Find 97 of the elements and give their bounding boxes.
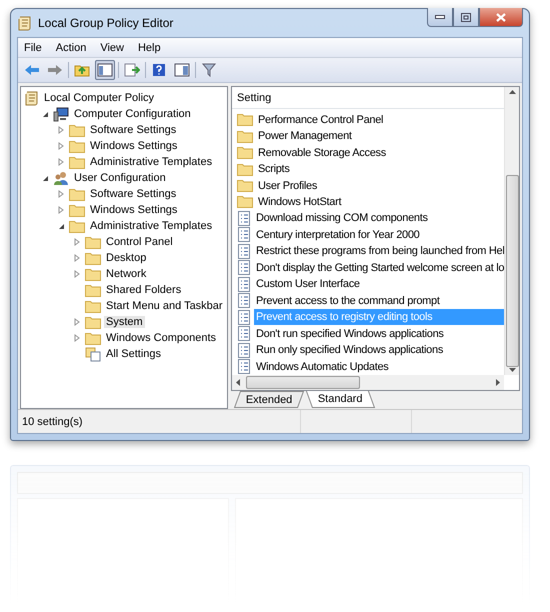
folder-icon: [69, 124, 85, 136]
scroll-thumb[interactable]: [506, 175, 518, 367]
tree-item[interactable]: Control Panel: [104, 236, 175, 248]
toolbar-button[interactable]: [95, 60, 115, 80]
list-item[interactable]: Removable Storage Access: [256, 144, 388, 161]
menu-item[interactable]: Action: [56, 42, 86, 54]
folder-icon: [69, 156, 85, 168]
list-item[interactable]: Download missing COM components: [254, 210, 430, 226]
list-item[interactable]: Run only specified Windows applications: [254, 342, 446, 358]
folder-icon: [69, 140, 85, 152]
folder-icon: [85, 332, 101, 344]
setting-icon: [237, 244, 251, 259]
menu-item[interactable]: View: [100, 42, 124, 54]
computer-icon: [53, 106, 69, 122]
folder-up-icon: [74, 63, 90, 77]
tree-item[interactable]: Shared Folders: [104, 284, 184, 296]
folder-icon: [237, 113, 253, 126]
folder-icon: [85, 268, 101, 280]
list-item[interactable]: Prevent access to the command prompt: [254, 292, 442, 309]
folder-icon: [85, 284, 101, 296]
tree-item[interactable]: Software Settings: [88, 188, 178, 200]
setting-icon: [237, 293, 251, 308]
tree-item[interactable]: System: [104, 316, 145, 328]
folder-icon: [69, 204, 85, 216]
tree-item[interactable]: Administrative Templates: [88, 220, 214, 232]
list-item[interactable]: User Profiles: [256, 178, 320, 194]
folder-icon: [237, 162, 253, 176]
filter-icon: [202, 63, 216, 77]
folder-icon: [85, 300, 101, 312]
menu-item[interactable]: File: [24, 42, 42, 54]
tree-item[interactable]: Windows Components: [104, 332, 218, 344]
setting-icon: [237, 227, 251, 242]
close-icon: [496, 12, 506, 22]
setting-icon: [237, 276, 251, 292]
horizontal-scrollbar[interactable]: [232, 375, 504, 390]
close-button[interactable]: [479, 8, 523, 27]
menu-item[interactable]: Help: [138, 42, 161, 54]
help-icon: [152, 63, 166, 77]
tree-item[interactable]: Administrative Templates: [88, 156, 214, 168]
minimize-icon: [435, 15, 445, 19]
folder-icon: [85, 252, 101, 264]
folder-icon: [237, 130, 253, 143]
list-item[interactable]: Century interpretation for Year 2000: [254, 226, 422, 243]
list-item[interactable]: Scripts: [256, 161, 292, 178]
folder-icon: [69, 220, 85, 232]
maximize-button[interactable]: [453, 8, 479, 27]
tree-item[interactable]: Software Settings: [88, 124, 178, 136]
scroll-icon: [24, 90, 39, 106]
list-item[interactable]: Power Management: [256, 128, 354, 144]
tree-item[interactable]: Desktop: [104, 252, 148, 264]
setting-icon: [237, 359, 251, 374]
folder-icon: [85, 316, 101, 328]
scroll-left-arrow-icon[interactable]: [236, 379, 240, 386]
setting-icon: [237, 326, 251, 342]
view-tab[interactable]: Extended: [234, 391, 305, 408]
window-title: Local Group Policy Editor: [38, 16, 174, 30]
folder-icon: [237, 195, 253, 208]
folder-icon: [237, 146, 253, 160]
status-text: 10 setting(s): [22, 416, 84, 428]
list-item[interactable]: Restrict these programs from being launched from Hel: [254, 243, 504, 260]
folder-icon: [69, 188, 85, 200]
list-item[interactable]: Windows HotStart: [256, 194, 344, 210]
setting-icon: [237, 310, 251, 325]
tree-item[interactable]: Network: [104, 268, 148, 280]
tree-item[interactable]: Start Menu and Taskbar: [104, 300, 225, 312]
tree-pane-icon: [97, 63, 113, 77]
tree-item[interactable]: Local Computer Policy: [42, 92, 156, 104]
vertical-scrollbar[interactable]: [504, 87, 519, 375]
list-item[interactable]: Performance Control Panel: [256, 112, 386, 128]
setting-icon: [237, 260, 251, 276]
tree-item[interactable]: Computer Configuration: [72, 108, 193, 120]
scroll-thumb[interactable]: [246, 376, 360, 389]
tree-item[interactable]: Windows Settings: [88, 204, 180, 216]
folder-icon: [85, 236, 101, 248]
setting-icon: [237, 342, 251, 358]
export-list-icon: [124, 63, 140, 77]
scroll-up-arrow-icon[interactable]: [508, 90, 516, 94]
list-item[interactable]: Don't run specified Windows applications: [254, 326, 446, 342]
tree-item[interactable]: All Settings: [104, 348, 164, 360]
list-item[interactable]: Don't display the Getting Started welcome screen at lo: [254, 260, 504, 276]
forward-arrow-icon: [47, 64, 63, 76]
folder-icon: [237, 179, 253, 192]
tree-item[interactable]: Windows Settings: [88, 140, 180, 152]
list-item[interactable]: Windows Automatic Updates: [254, 358, 391, 375]
minimize-button[interactable]: [427, 8, 453, 27]
settings-pages-icon: [85, 346, 101, 362]
users-icon: [53, 170, 69, 186]
view-tab[interactable]: Standard: [306, 391, 376, 408]
maximize-icon: [461, 12, 471, 22]
setting-icon: [237, 210, 251, 226]
scroll-down-arrow-icon[interactable]: [508, 368, 516, 372]
back-arrow-icon: [24, 64, 40, 76]
list-item[interactable]: Custom User Interface: [254, 276, 362, 292]
tree-item[interactable]: User Configuration: [72, 172, 168, 184]
action-pane-icon: [174, 63, 190, 77]
scroll-right-arrow-icon[interactable]: [496, 379, 500, 386]
scroll-icon: [17, 16, 32, 30]
